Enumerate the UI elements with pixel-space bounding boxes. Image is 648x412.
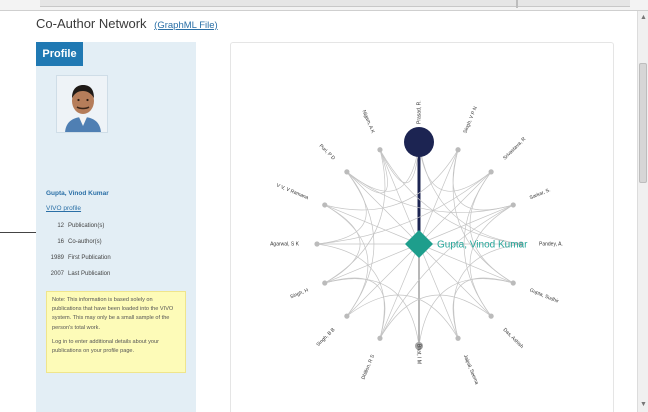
stat-first-publication: 1989 First Publication	[50, 255, 111, 261]
coauthor-link-edge	[453, 243, 522, 339]
coauthor-network-card: Prasad, R. Singh, V P N Srivastava, R Sarka…	[230, 42, 614, 412]
profile-panel: Profile Gupta, Vinod Kumar VIVO profile …	[36, 42, 196, 412]
coauthor-node[interactable]	[455, 335, 461, 341]
page-title: Co-Author Network (GraphML File)	[36, 16, 218, 31]
scrollbar-thumb[interactable]	[639, 63, 647, 183]
coauthor-node[interactable]	[377, 147, 383, 153]
scroll-up-arrow-icon[interactable]: ▲	[639, 13, 648, 23]
coauthor-label[interactable]: Nigam, A K	[361, 109, 376, 135]
coauthor-node[interactable]	[344, 169, 350, 175]
coauthor-link-edge	[452, 149, 514, 284]
coauthor-link-edge	[324, 204, 369, 317]
scroll-down-arrow-icon[interactable]: ▼	[639, 400, 648, 410]
coauthor-node[interactable]	[455, 147, 461, 153]
coauthor-label[interactable]: Prasad, R.	[416, 100, 422, 124]
stat-coauthors: 16 Co-author(s)	[57, 239, 102, 245]
note-text: Note: This information is based solely o…	[52, 297, 174, 331]
coauthor-label[interactable]: Gupta, Sudhir	[529, 287, 560, 304]
coauthor-label[interactable]: Das, Ashish	[502, 327, 525, 350]
coauthor-network-graph[interactable]: Prasad, R. Singh, V P N Srivastava, R Sarka…	[231, 43, 615, 412]
coauthor-link-edge	[316, 171, 367, 245]
avatar	[56, 75, 108, 133]
stat-publications: 12 Publication(s)	[57, 223, 105, 229]
stat-last-publication: 2007 Last Publication	[50, 271, 111, 277]
coauthor-node[interactable]	[404, 127, 434, 157]
coauthor-link-edge	[346, 171, 514, 213]
coauthor-link-edge	[469, 204, 514, 317]
coauthor-label[interactable]: V V, V Ramana	[275, 183, 309, 202]
coauthor-link-edge	[324, 149, 459, 211]
coauthor-node[interactable]	[322, 202, 328, 208]
browser-top-strip	[0, 0, 648, 11]
vivo-profile-link[interactable]: VIVO profile	[46, 205, 81, 212]
spoke-edge	[379, 243, 420, 339]
coauthor-label[interactable]: Jaipal, Seema	[462, 354, 480, 386]
previous-page-strip	[40, 0, 630, 7]
coauthor-node[interactable]	[377, 335, 383, 341]
coauthor-label[interactable]: Puri, P D	[318, 143, 337, 162]
coauthor-label[interactable]: Singh, B B	[315, 327, 336, 348]
coauthor-link-edge	[324, 278, 420, 347]
profile-tab[interactable]: Profile	[36, 42, 83, 66]
coauthor-node[interactable]	[314, 241, 320, 247]
page-title-text: Co-Author Network	[36, 16, 147, 31]
coauthor-node[interactable]	[510, 202, 516, 208]
divider-line	[0, 232, 40, 233]
strip-divider	[516, 0, 518, 8]
center-author-label[interactable]: Gupta, Vinod Kumar	[437, 240, 528, 251]
coauthor-label[interactable]: Agarwal, S K	[270, 241, 300, 247]
coauthor-node[interactable]	[488, 169, 494, 175]
person-name[interactable]: Gupta, Vinod Kumar	[46, 190, 109, 197]
coauthor-label[interactable]: Bhat, I M	[416, 344, 422, 364]
coauthor-link-edge	[379, 294, 492, 339]
vertical-scrollbar[interactable]: ▲ ▼	[637, 11, 648, 412]
coauthor-label[interactable]: Pandey, A.	[539, 241, 563, 247]
note-login-text: Log in to enter additional details about…	[52, 338, 159, 355]
coauthor-label[interactable]: Singh, H	[289, 287, 309, 300]
coauthor-node[interactable]	[322, 280, 328, 286]
coauthor-label[interactable]: Sarkar, S.	[529, 187, 552, 201]
coauthor-label[interactable]: Srivastava, R	[502, 136, 528, 162]
info-note: Note: This information is based solely o…	[46, 291, 186, 373]
coauthor-node[interactable]	[488, 313, 494, 319]
coauthor-link-edge	[324, 149, 386, 284]
coauthor-label[interactable]: Singh, V P N	[462, 105, 479, 134]
coauthor-node[interactable]	[344, 313, 350, 319]
spoke-edge	[418, 243, 459, 339]
coauthor-link-edge	[379, 149, 522, 245]
coauthor-label[interactable]: Dhillon, R S	[361, 353, 377, 380]
coauthor-link-edge	[418, 278, 514, 347]
graphml-file-link[interactable]: (GraphML File)	[154, 20, 218, 31]
person-photo-icon	[57, 76, 107, 132]
coauthor-node[interactable]	[510, 280, 516, 286]
coauthor-link-edge	[316, 243, 385, 339]
